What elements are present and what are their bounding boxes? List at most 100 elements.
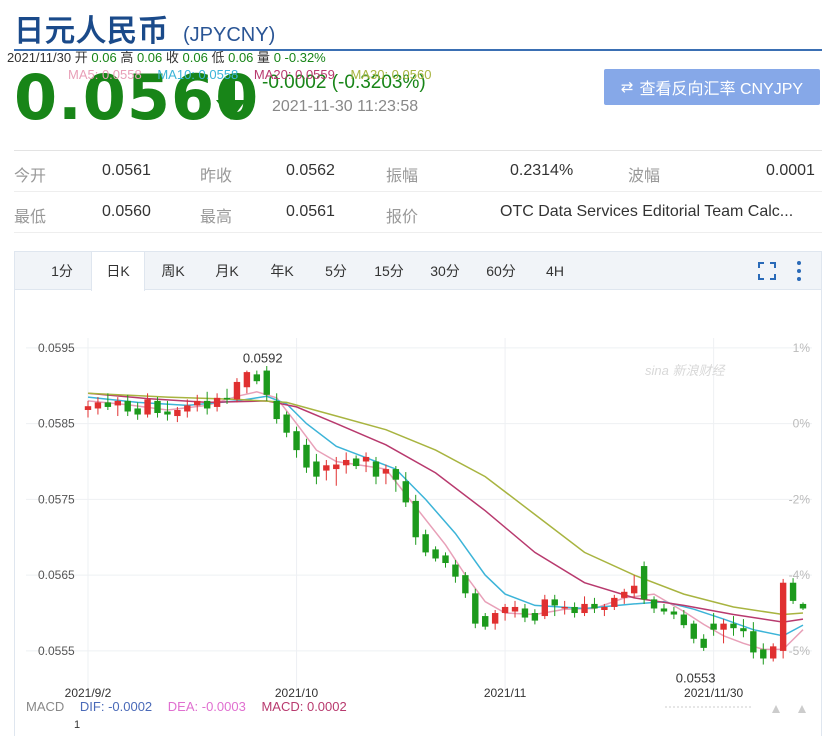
x-tick-label: 2021/11/30	[684, 686, 743, 700]
candle-body	[690, 623, 697, 639]
candle-body	[124, 400, 131, 412]
candle-body	[372, 461, 380, 477]
candle-body	[422, 534, 429, 553]
candle-body	[531, 613, 539, 621]
candle-body	[501, 606, 509, 614]
candle-body	[392, 469, 400, 480]
macd-dif: DIF: -0.0002	[79, 699, 153, 714]
candle-body	[462, 575, 469, 594]
y-tick-label: 0.0595	[38, 341, 75, 355]
candle-body	[273, 400, 280, 420]
right-tick-label: -2%	[789, 492, 811, 506]
candle-body	[650, 599, 658, 609]
candle-body	[223, 397, 231, 400]
macd-value: MACD: 0.0002	[261, 699, 347, 714]
candle-body	[680, 614, 688, 626]
candle-body	[670, 611, 678, 615]
candle-body	[94, 402, 102, 409]
y-tick-label: 0.0565	[38, 568, 75, 582]
candle-body	[740, 628, 747, 632]
candle-body	[362, 456, 370, 462]
candle-body	[541, 599, 549, 617]
candle-body	[432, 549, 439, 559]
candle-body	[313, 461, 320, 477]
candle-body	[104, 402, 112, 407]
x-tick-label: 2021/11	[484, 686, 527, 700]
price-annotation: 0.0592	[243, 351, 283, 366]
candle-body	[601, 606, 608, 610]
ma-line-ma20	[87, 392, 804, 623]
ma-line-ma10	[87, 395, 804, 637]
watermark-logo: sina 新浪财经	[645, 363, 726, 378]
candle-body	[233, 381, 241, 400]
candle-body	[511, 606, 519, 612]
candle-body	[472, 593, 479, 624]
candle-body	[571, 606, 578, 614]
macd-legend: MACD DIF: -0.0002 DEA: -0.0003 MACD: 0.0…	[26, 699, 359, 714]
candle-body	[194, 400, 201, 406]
candle-body	[700, 638, 707, 648]
macd-marker-icon	[798, 705, 806, 713]
candle-body	[750, 631, 757, 653]
candle-body	[84, 406, 92, 410]
x-tick-label: 2021/9/2	[65, 686, 112, 700]
candle-body	[303, 444, 310, 468]
candle-body	[730, 623, 737, 629]
candle-body	[402, 481, 409, 503]
candle-body	[551, 599, 558, 606]
candle-body	[770, 646, 777, 659]
candle-body	[621, 591, 628, 598]
candle-body	[660, 608, 668, 612]
price-annotation: 0.0553	[676, 671, 716, 686]
candle-body	[382, 469, 390, 474]
y-tick-label: 0.0575	[38, 492, 75, 506]
y-tick-label: 0.0585	[38, 417, 75, 431]
candle-body	[591, 603, 598, 609]
right-tick-label: 1%	[793, 341, 811, 355]
macd-title: MACD	[26, 699, 65, 714]
x-tick-label: 2021/10	[275, 686, 319, 700]
candle-body	[789, 582, 797, 601]
candle-body	[412, 500, 419, 538]
y-tick-label: 0.0555	[38, 644, 75, 658]
candle-body	[611, 597, 618, 607]
candle-body	[333, 464, 340, 470]
candle-body	[154, 400, 161, 414]
candle-body	[283, 414, 290, 433]
candle-body	[253, 374, 261, 382]
candle-body	[114, 400, 121, 406]
candle-body	[710, 623, 717, 630]
candle-body	[442, 555, 449, 564]
candle-body	[323, 465, 330, 471]
right-tick-label: 0%	[793, 417, 811, 431]
candle-body	[342, 459, 350, 466]
candle-body	[134, 408, 141, 415]
candle-body	[213, 397, 221, 407]
candle-body	[491, 613, 499, 624]
candle-body	[293, 431, 300, 451]
candle-body	[203, 400, 211, 409]
candle-body	[779, 582, 787, 651]
candle-body	[263, 370, 270, 395]
candle-body	[799, 603, 807, 609]
candle-body	[720, 623, 727, 630]
candle-body	[760, 649, 767, 659]
candle-body	[581, 603, 588, 614]
macd-dea: DEA: -0.0003	[167, 699, 246, 714]
macd-scale-label: 1	[74, 719, 81, 731]
candle-body	[144, 399, 151, 415]
ma-line-ma30	[87, 392, 804, 616]
candle-body	[243, 372, 251, 388]
candle-body	[352, 458, 360, 467]
right-tick-label: -5%	[789, 644, 811, 658]
candle-body	[521, 608, 529, 618]
candle-body	[452, 564, 459, 577]
candlestick-chart: 0.0595 0.0585 0.0575 0.0565 0.0555 1% 0% -2% -4%…	[26, 338, 812, 713]
candle-body	[561, 606, 568, 609]
candle-body	[184, 405, 191, 412]
candle-body	[174, 409, 181, 417]
candle-body	[482, 616, 489, 627]
right-tick-label: -4%	[789, 568, 811, 582]
macd-marker-icon	[772, 705, 780, 713]
candle-body	[640, 566, 648, 600]
